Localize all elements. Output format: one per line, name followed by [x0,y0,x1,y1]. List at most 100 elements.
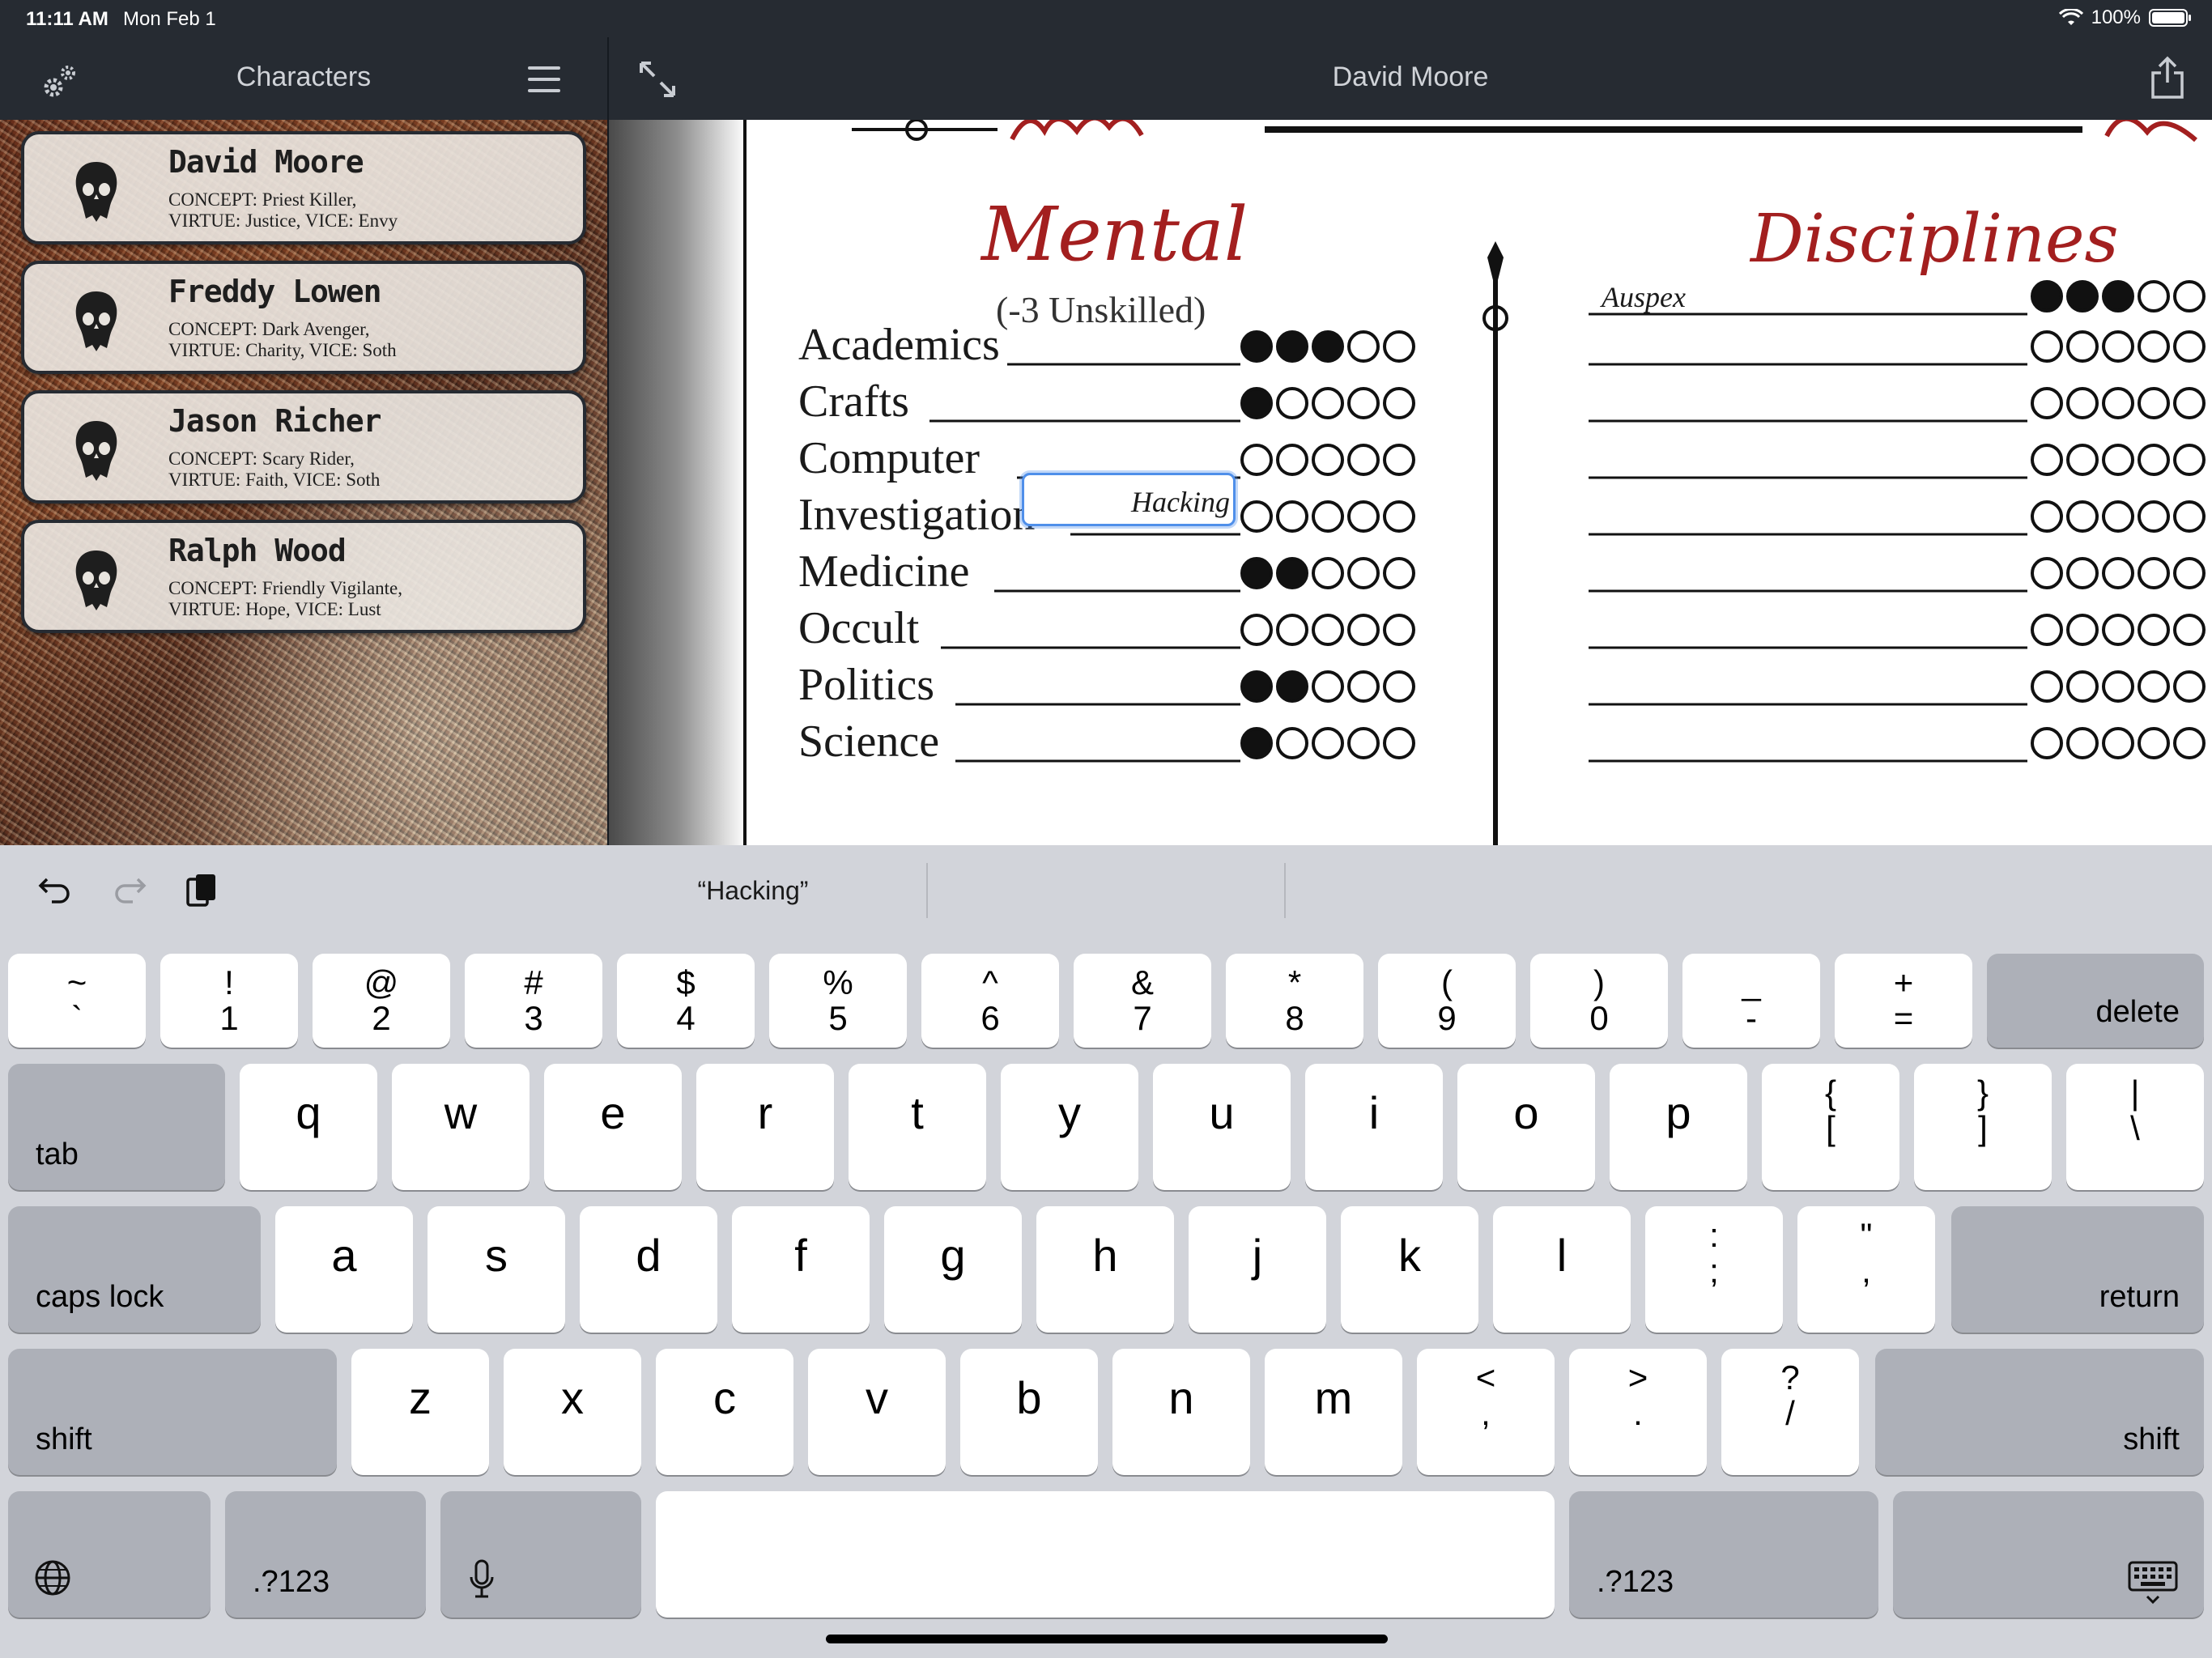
rating-dot[interactable] [1347,330,1380,363]
rating-dot[interactable] [1383,727,1415,759]
key[interactable]: r [696,1064,834,1190]
key[interactable]: ", [1797,1206,1935,1333]
rating-dot[interactable] [2031,444,2063,476]
skill-dots[interactable] [1240,557,1419,589]
rating-dot[interactable] [2102,557,2134,589]
rating-dot[interactable] [1276,670,1308,703]
rating-dot[interactable] [1383,614,1415,646]
key[interactable]: c [656,1349,793,1475]
key[interactable]: >. [1569,1349,1707,1475]
rating-dot[interactable] [1347,387,1380,419]
key[interactable]: ? / [1721,1349,1859,1475]
discipline-dots[interactable] [2031,280,2209,312]
rating-dot[interactable] [2138,330,2170,363]
skill-dots[interactable] [1240,387,1419,419]
rating-dot[interactable] [1312,444,1344,476]
rating-dot[interactable] [2102,670,2134,703]
rating-dot[interactable] [1312,500,1344,533]
skill-dots[interactable] [1240,614,1419,646]
rating-dot[interactable] [1383,444,1415,476]
rating-dot[interactable] [1276,500,1308,533]
rating-dot[interactable] [2066,330,2099,363]
rating-dot[interactable] [1347,444,1380,476]
globe-key[interactable] [8,1491,211,1618]
rating-dot[interactable] [1383,670,1415,703]
skill-dots[interactable] [1240,444,1419,476]
rating-dot[interactable] [2173,444,2206,476]
rating-dot[interactable] [1276,727,1308,759]
rating-dot[interactable] [1276,387,1308,419]
rating-dot[interactable] [1240,387,1273,419]
rating-dot[interactable] [2138,670,2170,703]
key[interactable]: ! 1 [160,954,298,1048]
rating-dot[interactable] [1347,727,1380,759]
key[interactable]: o [1457,1064,1595,1190]
discipline-dots[interactable] [2031,444,2209,476]
key[interactable]: t [849,1064,986,1190]
skill-dots[interactable] [1240,500,1419,533]
key[interactable]: & 7 [1074,954,1211,1048]
key[interactable]: g [884,1206,1022,1333]
shift-key-right[interactable]: shift [1875,1349,2204,1475]
key[interactable]: #3 [465,954,602,1048]
delete-key[interactable]: delete [1987,954,2204,1048]
key[interactable]: q [240,1064,377,1190]
skill-dots[interactable] [1240,330,1419,363]
key[interactable]: }] [1914,1064,2052,1190]
key[interactable]: * 8 [1226,954,1363,1048]
rating-dot[interactable] [1383,557,1415,589]
rating-dot[interactable] [1347,614,1380,646]
rating-dot[interactable] [1312,670,1344,703]
key[interactable]: <, [1417,1349,1555,1475]
key[interactable]: ~ ` [8,954,146,1048]
rating-dot[interactable] [1240,557,1273,589]
rating-dot[interactable] [2173,614,2206,646]
suggestion-hacking[interactable]: “Hacking” [583,845,923,936]
specialty-input[interactable]: Hacking [1022,473,1236,526]
discipline-name[interactable]: Auspex [1602,280,1686,314]
rating-dot[interactable] [1276,444,1308,476]
rating-dot[interactable] [1312,614,1344,646]
rating-dot[interactable] [1240,670,1273,703]
key[interactable]: s [428,1206,565,1333]
tab-key[interactable]: tab [8,1064,225,1190]
rating-dot[interactable] [2066,670,2099,703]
rating-dot[interactable] [2138,614,2170,646]
key[interactable]: f [732,1206,870,1333]
rating-dot[interactable] [2102,387,2134,419]
rating-dot[interactable] [2031,387,2063,419]
rating-dot[interactable] [2173,280,2206,312]
rating-dot[interactable] [2066,387,2099,419]
key[interactable]: + = [1835,954,1972,1048]
rating-dot[interactable] [1312,727,1344,759]
space-key[interactable] [656,1491,1555,1618]
rating-dot[interactable] [2102,614,2134,646]
discipline-dots[interactable] [2031,670,2209,703]
rating-dot[interactable] [2031,670,2063,703]
rating-dot[interactable] [2102,444,2134,476]
rating-dot[interactable] [1347,670,1380,703]
dictation-key[interactable] [440,1491,641,1618]
discipline-dots[interactable] [2031,330,2209,363]
rating-dot[interactable] [2138,727,2170,759]
character-card[interactable]: David Moore CONCEPT: Priest Killer, VIRTUE… [21,131,586,244]
rating-dot[interactable] [2066,444,2099,476]
rating-dot[interactable] [2138,500,2170,533]
shift-key-left[interactable]: shift [8,1349,337,1475]
hide-keyboard-key[interactable] [1893,1491,2204,1618]
key[interactable]: y [1001,1064,1138,1190]
key[interactable]: n [1112,1349,1250,1475]
rating-dot[interactable] [1312,330,1344,363]
menu-icon[interactable] [528,66,564,96]
key[interactable]: :; [1645,1206,1783,1333]
rating-dot[interactable] [2066,727,2099,759]
rating-dot[interactable] [2102,727,2134,759]
rating-dot[interactable] [2138,387,2170,419]
key[interactable]: h [1036,1206,1174,1333]
key[interactable]: e [544,1064,682,1190]
rating-dot[interactable] [2031,557,2063,589]
rating-dot[interactable] [2031,330,2063,363]
rating-dot[interactable] [1276,330,1308,363]
rating-dot[interactable] [2173,330,2206,363]
character-card[interactable]: Ralph Wood CONCEPT: Friendly Vigilante, VI… [21,520,586,633]
